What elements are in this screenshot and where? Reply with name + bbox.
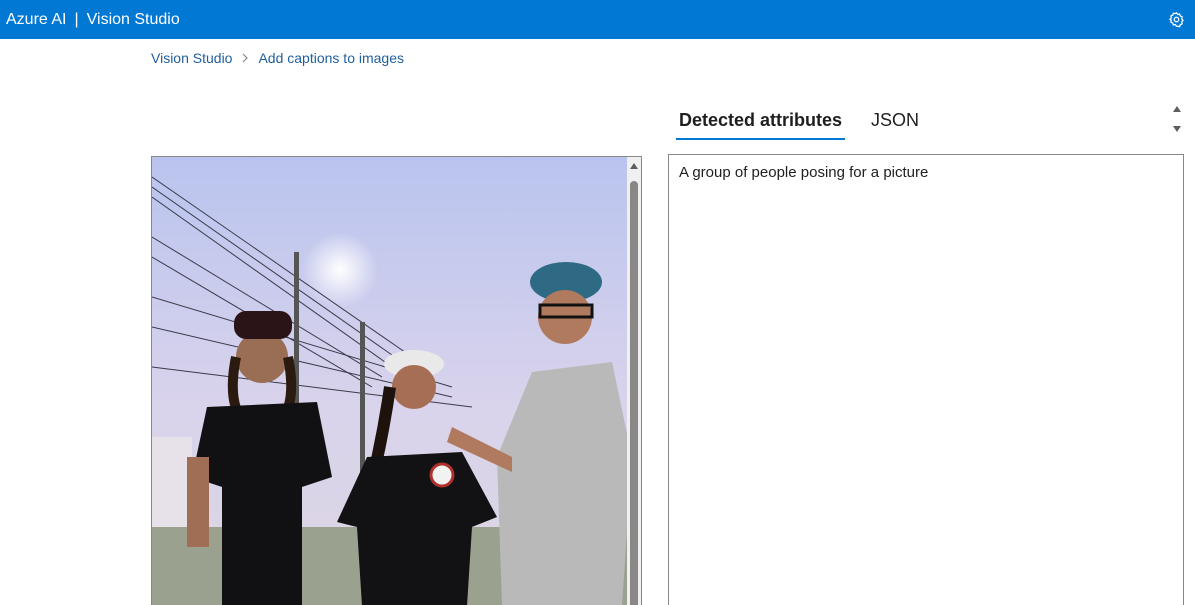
brand-separator: | bbox=[74, 10, 79, 28]
image-scrollbar[interactable] bbox=[627, 157, 641, 605]
breadcrumb-vision-studio[interactable]: Vision Studio bbox=[151, 50, 232, 66]
scroll-down-icon[interactable] bbox=[1173, 126, 1181, 132]
tab-scroll-control[interactable] bbox=[1171, 104, 1183, 138]
scroll-up-icon[interactable] bbox=[1173, 106, 1181, 112]
scrollbar-thumb[interactable] bbox=[630, 181, 638, 605]
image-preview bbox=[151, 156, 642, 605]
breadcrumb-add-captions[interactable]: Add captions to images bbox=[258, 50, 404, 66]
detected-attributes-panel: A group of people posing for a picture bbox=[668, 154, 1184, 605]
brand: Azure AI | Vision Studio bbox=[6, 11, 180, 29]
top-app-bar: Azure AI | Vision Studio bbox=[0, 0, 1195, 39]
breadcrumb: Vision Studio Add captions to images bbox=[151, 50, 404, 66]
tab-json[interactable]: JSON bbox=[868, 108, 922, 140]
chevron-right-icon bbox=[241, 53, 249, 63]
photo-three-people bbox=[152, 157, 629, 605]
brand-vision-studio[interactable]: Vision Studio bbox=[87, 11, 180, 29]
brand-azure-ai: Azure AI bbox=[6, 10, 67, 28]
result-tabs: Detected attributes JSON bbox=[676, 108, 945, 140]
scroll-up-icon[interactable] bbox=[630, 163, 638, 169]
tab-detected-attributes[interactable]: Detected attributes bbox=[676, 108, 846, 140]
gear-icon[interactable] bbox=[1167, 10, 1185, 28]
caption-text: A group of people posing for a picture bbox=[679, 164, 929, 181]
